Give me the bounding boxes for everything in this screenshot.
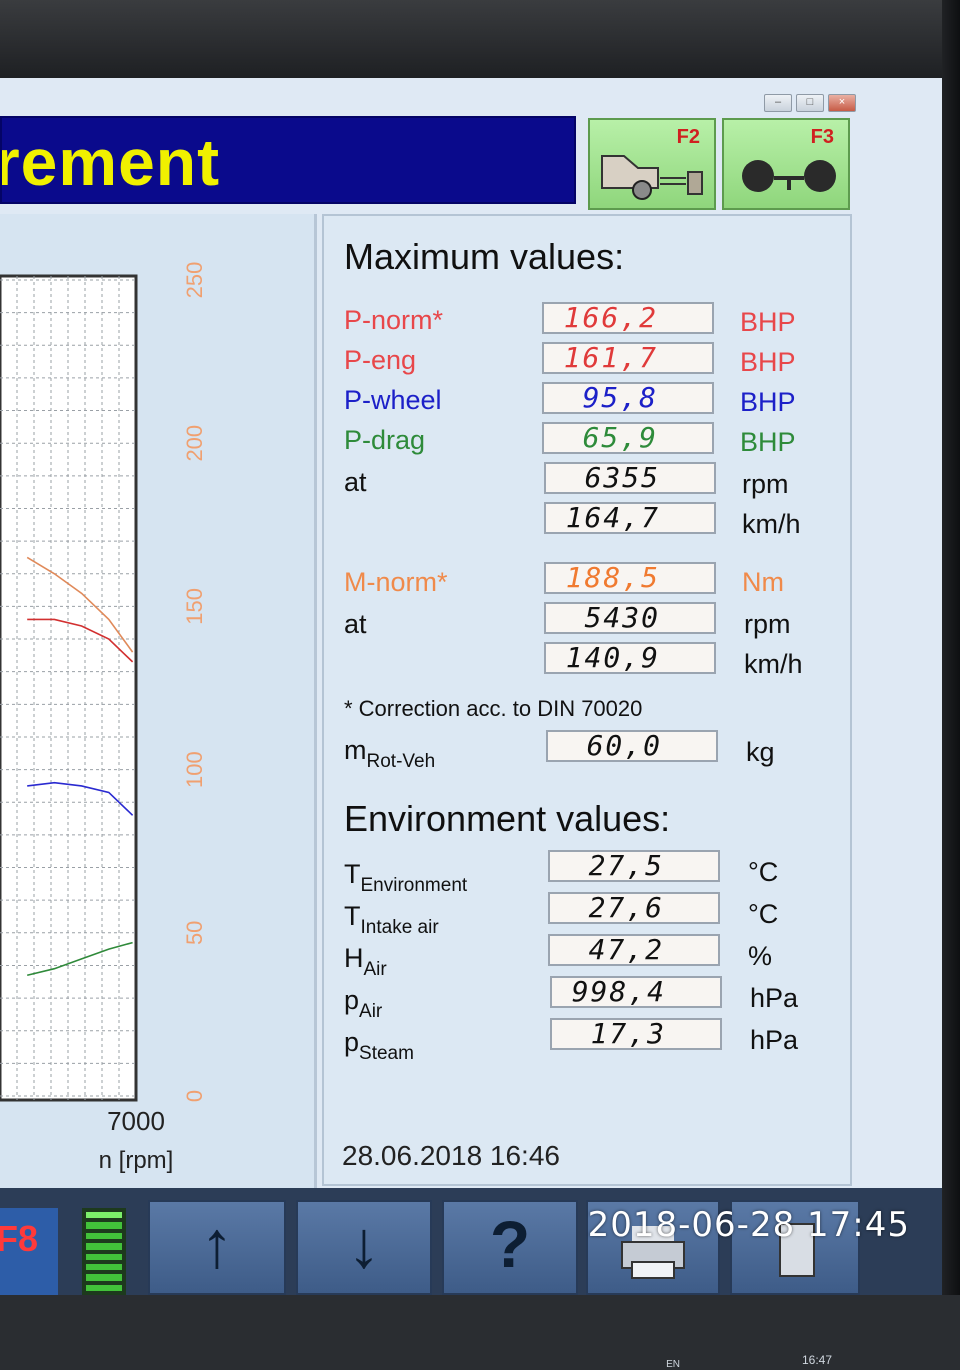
y-tick-label: 100 <box>182 751 207 788</box>
title-bar: rement <box>0 116 576 204</box>
tray-clock: 16:47 <box>801 1353 832 1367</box>
help-button[interactable]: ? <box>442 1200 578 1295</box>
chart-y-ticks: 250 200 150 100 50 0 <box>182 262 207 1102</box>
p-eng-unit: BHP <box>740 347 796 377</box>
chart-panel: 250 200 150 100 50 0 7000 n [rpm] <box>0 214 317 1188</box>
t-intake-air-value: 27,6 <box>548 892 720 924</box>
m-rot-veh-unit: kg <box>746 737 775 767</box>
p-at-rpm-value: 6355 <box>544 462 716 494</box>
p-wheel-unit: BHP <box>740 387 796 417</box>
t-intake-air-unit: °C <box>748 899 779 929</box>
arrow-down-icon: ↓ <box>347 1207 381 1281</box>
p-at-rpm-unit: rpm <box>742 469 789 499</box>
correction-note: * Correction acc. to DIN 70020 <box>344 696 643 721</box>
scroll-up-button[interactable]: ↑ <box>148 1200 286 1295</box>
p-at-label: at <box>344 467 367 497</box>
p-air-unit: hPa <box>750 983 799 1013</box>
power-curve-chart: 250 200 150 100 50 0 7000 n [rpm] <box>0 262 207 1174</box>
m-rot-veh-value: 60,0 <box>546 730 718 762</box>
maximize-button[interactable]: □ <box>796 94 824 112</box>
p-at-kmh-value: 164,7 <box>544 502 716 534</box>
maximum-values-heading: Maximum values: <box>344 236 625 277</box>
p-norm-unit: BHP <box>740 307 796 337</box>
p-drag-label: P-drag <box>344 425 426 455</box>
y-tick-label: 200 <box>182 425 207 462</box>
p-wheel-label: P-wheel <box>344 385 442 415</box>
monitor-bezel-top <box>0 0 960 78</box>
arrow-up-icon: ↑ <box>200 1207 234 1281</box>
values-panel: Maximum values: P-norm* 166,2 BHP P-eng … <box>322 214 852 1186</box>
chart-x-label: n [rpm] <box>99 1147 174 1174</box>
photo-date-watermark: 2018-06-28 17:45 <box>587 1205 910 1245</box>
m-rot-veh-label: mRot-Veh <box>344 735 436 772</box>
p-at-kmh-unit: km/h <box>742 509 801 539</box>
f2-key-label: F2 <box>676 126 700 148</box>
t-environment-label: TEnvironment <box>344 859 468 896</box>
f3-key-label: F3 <box>810 126 834 148</box>
m-norm-label: M-norm* <box>344 567 448 597</box>
p-wheel-value: 95,8 <box>542 382 714 414</box>
p-drag-value: 65,9 <box>542 422 714 454</box>
status-led-bar <box>82 1208 126 1295</box>
p-air-value: 998,4 <box>550 976 722 1008</box>
keyboard-language[interactable]: EN <box>666 1359 680 1370</box>
t-environment-value: 27,5 <box>548 850 720 882</box>
p-eng-value: 161,7 <box>542 342 714 374</box>
minimize-button[interactable]: – <box>764 94 792 112</box>
axle-wheels-icon <box>742 160 836 192</box>
f2-button[interactable]: F2 <box>588 118 716 210</box>
p-norm-label: P-norm* <box>344 305 444 335</box>
page-title: rement <box>0 125 221 199</box>
close-button[interactable]: × <box>828 94 856 112</box>
p-steam-value: 17,3 <box>550 1018 722 1050</box>
p-eng-label: P-eng <box>344 345 417 375</box>
f8-label: F8 <box>0 1218 39 1259</box>
question-icon: ? <box>489 1207 531 1281</box>
y-tick-label: 0 <box>182 1090 207 1102</box>
p-steam-unit: hPa <box>750 1025 799 1055</box>
car-on-dyno-icon <box>601 155 703 200</box>
m-at-rpm-unit: rpm <box>744 609 791 639</box>
p-steam-label: pSteam <box>344 1027 414 1064</box>
measurement-timestamp: 28.06.2018 16:46 <box>342 1140 560 1171</box>
m-norm-value: 188,5 <box>544 562 716 594</box>
window-controls: – □ × <box>764 94 856 112</box>
h-air-unit: % <box>748 941 773 971</box>
m-norm-unit: Nm <box>742 567 784 597</box>
environment-values-heading: Environment values: <box>344 798 671 839</box>
chart-x-tick: 7000 <box>107 1106 165 1136</box>
t-environment-unit: °C <box>748 857 779 887</box>
m-at-kmh-value: 140,9 <box>544 642 716 674</box>
h-air-value: 47,2 <box>548 934 720 966</box>
p-air-label: pAir <box>344 985 383 1022</box>
f3-button[interactable]: F3 <box>722 118 850 210</box>
y-tick-label: 250 <box>182 262 207 299</box>
m-at-rpm-value: 5430 <box>544 602 716 634</box>
f8-button[interactable]: F8 <box>0 1208 58 1295</box>
y-tick-label: 50 <box>182 921 207 945</box>
p-drag-unit: BHP <box>740 427 796 457</box>
t-intake-air-label: TIntake air <box>344 901 439 938</box>
monitor-bezel-right <box>942 0 960 1295</box>
scroll-down-button[interactable]: ↓ <box>296 1200 432 1295</box>
p-norm-value: 166,2 <box>542 302 714 334</box>
y-tick-label: 150 <box>182 588 207 625</box>
screen: – □ × rement F2 F3 250 200 150 100 50 0 <box>0 78 942 1370</box>
m-at-label: at <box>344 609 367 639</box>
m-at-kmh-unit: km/h <box>744 649 803 679</box>
h-air-label: HAir <box>344 943 387 980</box>
